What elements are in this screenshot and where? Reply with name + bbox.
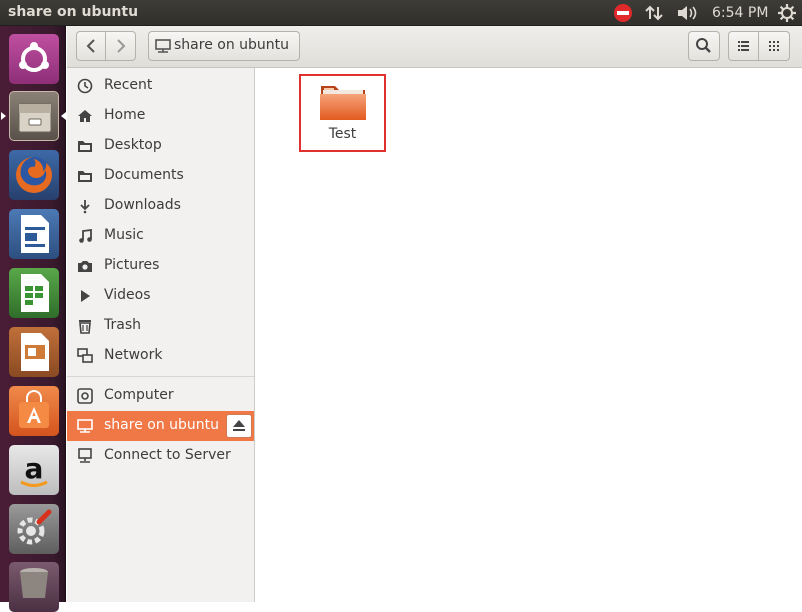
sidebar-item-connect-to-server[interactable]: Connect to Server xyxy=(67,441,254,471)
libreoffice-calc-icon[interactable] xyxy=(9,268,59,318)
volume-icon[interactable] xyxy=(676,3,698,23)
grid-view-button[interactable] xyxy=(758,31,790,61)
path-bar-button[interactable]: share on ubuntu xyxy=(148,31,300,61)
clock-icon xyxy=(77,78,93,94)
search-icon xyxy=(696,38,711,53)
network-updown-icon[interactable] xyxy=(644,3,664,23)
sidebar-item-share-on-ubuntu[interactable]: share on ubuntu xyxy=(67,411,254,441)
settings-gear-icon[interactable] xyxy=(777,3,797,23)
amazon-icon[interactable]: a xyxy=(9,445,59,495)
libreoffice-impress-icon[interactable] xyxy=(9,327,59,377)
path-label: share on ubuntu xyxy=(174,37,290,53)
sidebar-item-home[interactable]: Home xyxy=(67,101,254,131)
file-view: Test xyxy=(256,68,802,602)
network-share-icon xyxy=(155,39,171,53)
network-icon xyxy=(77,348,93,363)
files-icon[interactable] xyxy=(9,91,59,141)
trash-icon xyxy=(79,320,91,334)
list-view-button[interactable] xyxy=(728,31,759,61)
sidebar-item-label: Desktop xyxy=(104,137,162,153)
svg-text:a: a xyxy=(25,452,44,485)
system-settings-icon[interactable] xyxy=(9,504,59,554)
sidebar-item-recent[interactable]: Recent xyxy=(67,71,254,101)
sidebar-item-label: Documents xyxy=(104,167,184,183)
folder-label: Test xyxy=(328,126,357,142)
chevron-right-icon xyxy=(117,39,126,53)
chevron-left-icon xyxy=(86,39,95,53)
sidebar-item-trash[interactable]: Trash xyxy=(67,311,254,341)
forward-button[interactable] xyxy=(105,31,136,61)
sidebar-item-label: Downloads xyxy=(104,197,181,213)
sidebar-item-label: Network xyxy=(104,347,163,363)
folder-item-test[interactable]: Test xyxy=(299,74,386,152)
sidebar-item-label: Music xyxy=(104,227,144,243)
sidebar-item-label: Videos xyxy=(104,287,151,303)
grid-view-icon xyxy=(769,41,779,51)
clock[interactable]: 6:54 PM xyxy=(712,3,768,23)
film-icon xyxy=(81,290,90,302)
folder-icon xyxy=(320,86,366,120)
folder-icon xyxy=(78,141,92,152)
trash-icon[interactable] xyxy=(9,562,59,612)
sidebar-item-network[interactable]: Network xyxy=(67,341,254,371)
active-indicator xyxy=(61,112,66,120)
header-bar: share on ubuntu xyxy=(67,26,802,68)
camera-icon xyxy=(78,261,92,272)
sidebar-item-label: Computer xyxy=(104,387,174,403)
search-button[interactable] xyxy=(688,31,720,61)
sidebar-item-music[interactable]: Music xyxy=(67,221,254,251)
back-button[interactable] xyxy=(76,31,106,61)
sidebar-item-label: Recent xyxy=(104,77,153,93)
sidebar-item-label: Pictures xyxy=(104,257,160,273)
folder-icon xyxy=(78,171,92,182)
home-icon xyxy=(78,110,92,122)
sidebar-item-videos[interactable]: Videos xyxy=(67,281,254,311)
running-indicator xyxy=(1,112,6,120)
list-view-icon xyxy=(738,41,749,51)
sidebar-item-label: Connect to Server xyxy=(104,447,231,463)
sidebar-item-documents[interactable]: Documents xyxy=(67,161,254,191)
sidebar-item-label: Trash xyxy=(104,317,141,333)
sidebar: Recent Home Desktop Documents Downloads … xyxy=(67,68,255,602)
sidebar-item-downloads[interactable]: Downloads xyxy=(67,191,254,221)
sidebar-divider xyxy=(67,376,254,377)
launcher: a xyxy=(0,26,66,612)
firefox-icon[interactable] xyxy=(9,150,59,200)
server-icon xyxy=(78,448,92,463)
sidebar-item-pictures[interactable]: Pictures xyxy=(67,251,254,281)
download-icon xyxy=(80,200,90,214)
network-share-icon xyxy=(77,419,93,433)
computer-icon xyxy=(77,388,93,404)
sidebar-item-computer[interactable]: Computer xyxy=(67,381,254,411)
software-center-icon[interactable] xyxy=(9,386,59,436)
eject-icon xyxy=(233,420,245,431)
sidebar-item-desktop[interactable]: Desktop xyxy=(67,131,254,161)
sidebar-item-label: Home xyxy=(104,107,146,123)
sidebar-item-label: share on ubuntu xyxy=(104,417,220,433)
window-title: share on ubuntu xyxy=(8,4,139,20)
top-panel: share on ubuntu 6:54 PM xyxy=(0,0,802,26)
ubuntu-dash-icon[interactable] xyxy=(9,34,59,84)
stop-icon[interactable] xyxy=(612,3,634,23)
music-note-icon xyxy=(79,228,92,243)
libreoffice-writer-icon[interactable] xyxy=(9,209,59,259)
eject-button[interactable] xyxy=(226,414,252,438)
